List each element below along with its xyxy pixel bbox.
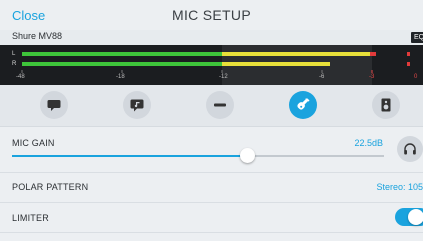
scale-label: -18 [116, 74, 125, 80]
limiter-row: LIMITER [0, 203, 423, 233]
scale-label: -12 [219, 74, 228, 80]
limiter-label: LIMITER [12, 213, 49, 223]
meter-bar-right-green [22, 62, 222, 66]
singing-preset-button[interactable] [123, 91, 151, 119]
mic-gain-row: MIC GAIN 22.5dB [0, 127, 423, 173]
gain-slider-track-filled[interactable] [12, 155, 248, 157]
channel-label-left: L [12, 51, 16, 57]
meter-bar-left-red [370, 52, 376, 56]
polar-pattern-label: POLAR PATTERN [12, 182, 89, 192]
level-meter: L R -48 -18 -12 -6 -3 0 [0, 45, 423, 85]
mic-gain-label: MIC GAIN [12, 138, 55, 148]
speech-preset-button[interactable] [40, 91, 68, 119]
meter-bar-left-green [22, 52, 222, 56]
polar-pattern-row[interactable]: POLAR PATTERN Stereo: 105 [0, 173, 423, 203]
acoustic-instrument-preset-button[interactable] [289, 91, 317, 119]
meter-peak-right [407, 62, 410, 66]
gain-slider-thumb[interactable] [240, 148, 255, 163]
channel-label-right: R [12, 61, 17, 67]
scale-label: -3 [369, 74, 375, 80]
device-row: Shure MV88 EQ [0, 30, 423, 45]
scale-label: -48 [16, 74, 25, 80]
speech-bubble-icon [47, 100, 61, 111]
loud-preset-button[interactable] [372, 91, 400, 119]
speaker-icon [381, 98, 391, 112]
gain-slider-track[interactable] [248, 155, 384, 157]
meter-bar-right-yellow [222, 62, 330, 66]
device-name: Shure MV88 [12, 31, 63, 41]
music-note-bubble-icon [130, 99, 144, 112]
flat-preset-button[interactable] [206, 91, 234, 119]
flat-eq-icon [214, 103, 226, 107]
polar-pattern-value[interactable]: Stereo: 105 [320, 182, 423, 192]
page-title: MIC SETUP [172, 7, 251, 23]
meter-bar-left-yellow [222, 52, 370, 56]
eq-badge[interactable]: EQ [411, 32, 423, 43]
mic-gain-value: 22.5dB [354, 138, 383, 148]
level-meter-graphic [21, 45, 410, 85]
guitar-icon [297, 98, 310, 110]
preset-bar [0, 85, 423, 127]
headphones-icon [404, 143, 416, 155]
meter-peak-left [407, 52, 410, 56]
scale-label: -6 [319, 74, 325, 80]
scale-label: 0 [414, 74, 418, 80]
monitor-button[interactable] [397, 136, 423, 162]
limiter-toggle-knob[interactable] [408, 209, 423, 225]
